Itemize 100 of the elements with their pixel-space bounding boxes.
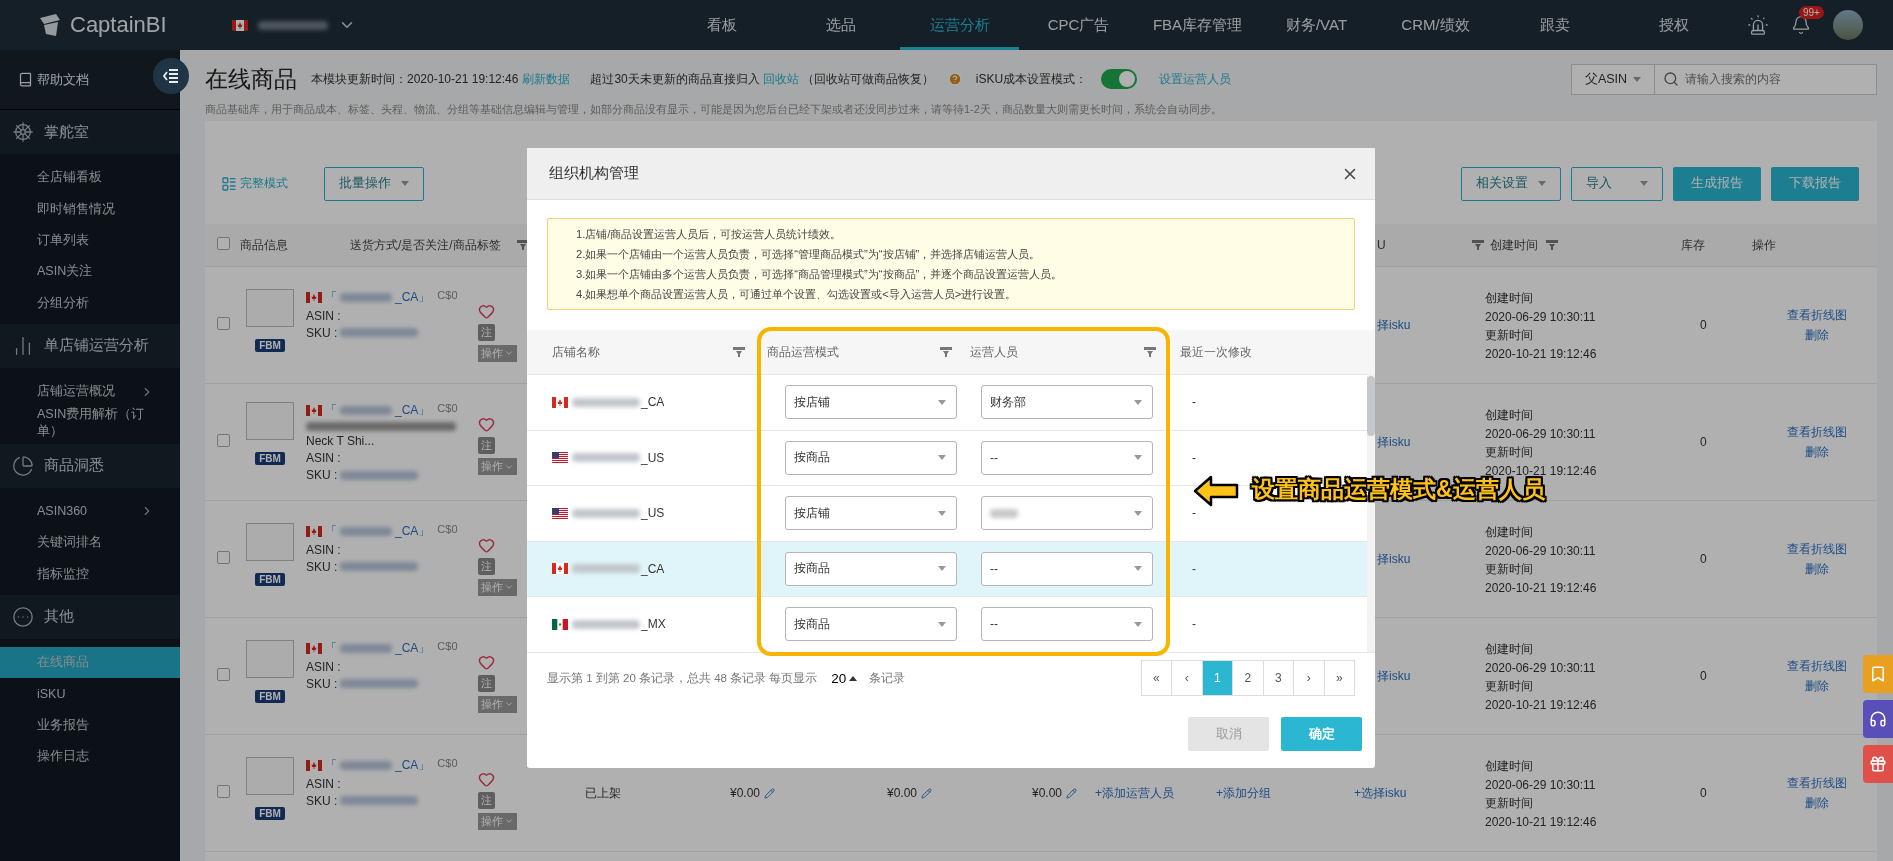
page-button[interactable]: 2 — [1232, 660, 1264, 696]
row-checkbox[interactable] — [217, 551, 230, 564]
avatar[interactable] — [1833, 10, 1863, 40]
bell-icon[interactable] — [1791, 15, 1811, 35]
filter-icon[interactable] — [1546, 240, 1558, 250]
mode-select[interactable]: 按商品 — [785, 607, 957, 642]
sidebar-item[interactable]: 全店铺看板 — [0, 162, 180, 194]
row-checkbox[interactable] — [217, 317, 230, 330]
action-link[interactable]: 查看折线图 — [1787, 540, 1847, 558]
nav-tab[interactable]: 看板 — [662, 0, 781, 50]
page-size-select[interactable]: 20 — [831, 670, 858, 686]
nav-tab[interactable]: FBA库存管理 — [1138, 0, 1257, 50]
alarm-light-icon[interactable] — [1747, 14, 1769, 36]
action-link[interactable]: 查看折线图 — [1787, 423, 1847, 441]
edit-icon[interactable] — [764, 787, 776, 799]
nav-tab[interactable]: 跟卖 — [1495, 0, 1614, 50]
action-link[interactable]: 查看折线图 — [1787, 774, 1847, 792]
page-button[interactable]: ‹ — [1171, 660, 1203, 696]
action-link[interactable]: 删除 — [1805, 326, 1829, 344]
operator-select[interactable]: -- — [981, 551, 1153, 586]
nav-tab[interactable]: 选品 — [781, 0, 900, 50]
action-link[interactable]: 查看折线图 — [1787, 306, 1847, 324]
select-isku-link[interactable]: +选择isku — [1354, 784, 1407, 802]
mode-select[interactable]: 按商品 — [785, 551, 957, 586]
select-all-checkbox[interactable] — [217, 237, 230, 250]
nav-tab[interactable]: 运营分析 — [900, 0, 1019, 50]
support-button[interactable] — [1863, 700, 1893, 738]
add-group-link[interactable]: +添加分组 — [1216, 784, 1271, 802]
mode-select[interactable]: 按店铺 — [785, 385, 957, 420]
edit-icon[interactable] — [921, 787, 933, 799]
row-checkbox[interactable] — [217, 434, 230, 447]
action-link[interactable]: 删除 — [1805, 677, 1829, 695]
sidebar-group-header[interactable]: 商品洞悉 — [0, 443, 180, 488]
sidebar-item[interactable]: 操作日志 — [0, 741, 180, 773]
page-button[interactable]: » — [1323, 660, 1355, 696]
isku-mode-toggle[interactable] — [1101, 69, 1138, 89]
sidebar-item[interactable]: ASIN费用解析（订单） — [0, 407, 180, 439]
gift-button[interactable] — [1863, 745, 1893, 783]
add-operator-link[interactable]: +添加运营人员 — [1095, 784, 1174, 802]
page-button[interactable]: « — [1140, 660, 1172, 696]
sidebar-item[interactable]: 关键词排名 — [0, 527, 180, 559]
heart-icon[interactable] — [478, 416, 495, 433]
select-isku-link[interactable]: 择isku — [1377, 550, 1411, 568]
heart-icon[interactable] — [478, 302, 495, 320]
sidebar-group-header[interactable]: 单店铺运营分析 — [0, 323, 180, 368]
select-isku-link[interactable]: 择isku — [1377, 433, 1411, 451]
action-link[interactable]: 查看折线图 — [1787, 657, 1847, 675]
sidebar-item[interactable]: 订单列表 — [0, 224, 180, 257]
batch-operation-button[interactable]: 批量操作 — [324, 166, 424, 201]
operator-select[interactable] — [981, 496, 1153, 531]
select-isku-link[interactable]: 择isku — [1377, 667, 1411, 685]
dropdown-button[interactable]: 相关设置 — [1461, 166, 1561, 201]
sku-label: SKU : — [306, 468, 338, 482]
sidebar-item[interactable]: 即时销售情况 — [0, 193, 180, 225]
help-icon[interactable] — [947, 72, 962, 86]
help-docs-link[interactable]: 帮助文档 — [0, 50, 180, 110]
page-button[interactable]: 3 — [1262, 660, 1294, 696]
sidebar-group-header[interactable]: 掌舵室 — [0, 110, 180, 154]
heart-icon[interactable] — [478, 770, 495, 788]
row-checkbox[interactable] — [217, 668, 230, 681]
page-description: 商品基础库，用于商品成本、标签、头程、物流、分组等基础信息编辑与管理，如部分商品没有显示，可能是因为您后台已经下架或者还没同步过来，请等待1-2天，商品数量大则需更长时间，系统会自动同步。 — [205, 102, 1223, 117]
page-button[interactable]: › — [1293, 660, 1325, 696]
filter-icon[interactable] — [940, 347, 952, 357]
operator-select[interactable]: 财务部 — [981, 385, 1153, 420]
sidebar-item[interactable]: ASIN360 — [0, 495, 180, 528]
price: C$0 — [437, 639, 458, 652]
action-link[interactable]: 删除 — [1805, 443, 1829, 461]
filter-icon[interactable] — [733, 347, 745, 357]
store-row[interactable]: _CA 按商品 -- - — [527, 540, 1367, 596]
sidebar-item[interactable]: 业务报告 — [0, 709, 180, 742]
search-field[interactable]: 请输入搜索的内容 — [1655, 63, 1877, 95]
sidebar-item[interactable]: iSKU — [0, 678, 180, 710]
sidebar-item[interactable]: 指标监控 — [0, 558, 180, 590]
edit-icon[interactable] — [1066, 787, 1078, 799]
sidebar-group-header[interactable]: 其他 — [0, 594, 180, 639]
sidebar-item[interactable]: 分组分析 — [0, 287, 180, 319]
updated-time: 2020-10-21 19:12:46 — [1485, 580, 1597, 595]
nav-tab[interactable]: 授权 — [1614, 0, 1733, 50]
tag: 注 — [478, 557, 495, 575]
nav-tab[interactable]: 财务/VAT — [1257, 0, 1376, 50]
sidebar-item[interactable]: 店铺运营概况 — [0, 375, 180, 408]
bookmark-button[interactable] — [1863, 655, 1893, 693]
mode-select[interactable]: 按商品 — [785, 440, 957, 475]
filter-icon[interactable] — [1144, 347, 1156, 357]
heart-icon[interactable] — [478, 653, 495, 671]
search-type-dropdown[interactable]: 父ASIN — [1571, 63, 1655, 95]
action-link[interactable]: 删除 — [1805, 794, 1829, 812]
heart-icon[interactable] — [478, 536, 495, 554]
dropdown-button[interactable]: 导入 — [1571, 166, 1663, 201]
row-checkbox[interactable] — [217, 785, 230, 798]
price-value: ¥0.00 — [887, 786, 918, 800]
mode-select[interactable]: 按店铺 — [785, 496, 957, 531]
nav-tab[interactable]: CPC广告 — [1019, 0, 1138, 50]
operator-select[interactable]: -- — [981, 607, 1153, 642]
action-link[interactable]: 删除 — [1805, 560, 1829, 578]
nav-tab[interactable]: CRM/绩效 — [1376, 0, 1495, 50]
filter-icon[interactable] — [1472, 240, 1484, 250]
select-isku-link[interactable]: 择isku — [1377, 316, 1411, 334]
operator-select[interactable]: -- — [981, 440, 1153, 475]
sidebar-item[interactable]: ASIN关注 — [0, 256, 180, 288]
